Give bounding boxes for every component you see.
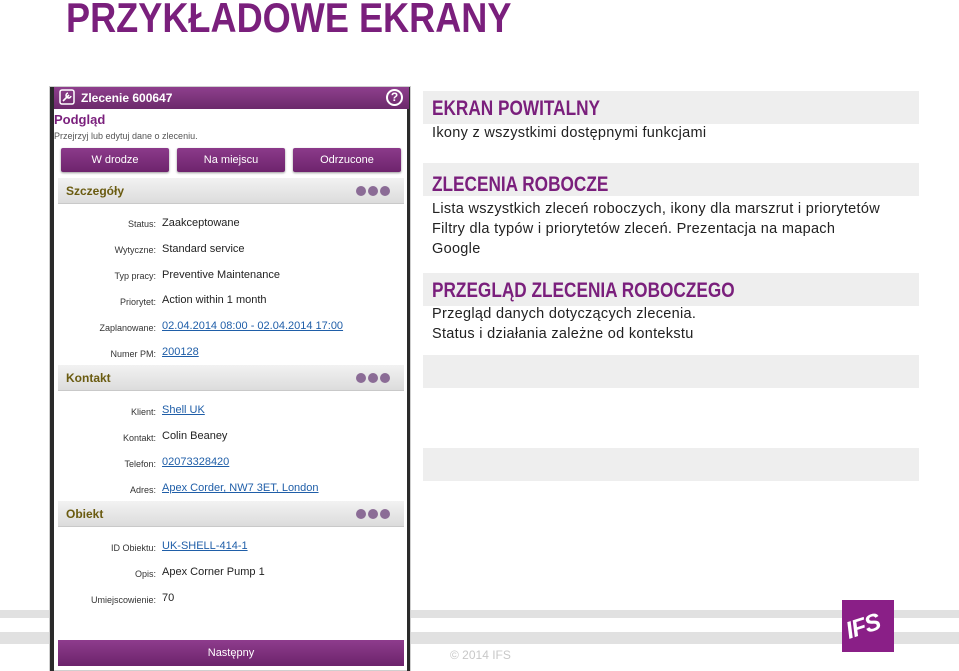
section-label: Kontakt	[66, 371, 111, 385]
panel-heading-welcome: EKRAN POWITALNY	[432, 97, 601, 120]
field-label-status: Status:	[127, 219, 156, 229]
field-value-object-id[interactable]: UK-SHELL-414-1	[162, 540, 248, 552]
section-header-details[interactable]: Szczegóły	[58, 178, 404, 204]
field-value-planned[interactable]: 02.04.2014 08:00 - 02.04.2014 17:00	[162, 320, 343, 332]
field-value-location: 70	[162, 592, 175, 604]
field-value-status: Zaakceptowane	[162, 217, 240, 229]
field-label-location: Umiejscowienie:	[90, 595, 156, 605]
en-route-button[interactable]: W drodze	[61, 148, 169, 172]
more-options-icon[interactable]	[356, 373, 390, 384]
slide-title: PRZYKŁADOWE EKRANY	[66, 0, 512, 41]
section-header-object[interactable]: Obiekt	[58, 501, 404, 527]
more-options-icon[interactable]	[356, 509, 390, 520]
field-value-address[interactable]: Apex Corder, NW7 3ET, London	[162, 482, 319, 494]
field-value-guidelines: Standard service	[162, 243, 245, 255]
panel-text: Lista wszystkich zleceń roboczych, ikony…	[432, 201, 880, 217]
section-label: Szczegóły	[66, 184, 125, 198]
section-label: Obiekt	[66, 507, 104, 521]
help-icon[interactable]: ?	[386, 89, 403, 106]
wrench-icon[interactable]	[59, 89, 75, 105]
panel-text: Ikony z wszystkimi dostępnymi funkcjami	[432, 125, 707, 141]
field-value-priority: Action within 1 month	[162, 294, 267, 306]
panel-band-5	[423, 448, 919, 481]
panel-band-4	[423, 355, 919, 388]
on-site-button[interactable]: Na miejscu	[177, 148, 285, 172]
panel-text: Status i działania zależne od kontekstu	[432, 326, 694, 342]
panel-heading-work-orders: ZLECENIA ROBOCZE	[432, 173, 609, 196]
field-label-address: Adres:	[129, 485, 156, 495]
field-value-client[interactable]: Shell UK	[162, 404, 205, 416]
appbar-title: Zlecenie 600647	[81, 91, 173, 105]
view-title: Podgląd	[54, 112, 106, 127]
field-label-contact: Kontakt:	[122, 433, 156, 443]
field-label-pm-number: Numer PM:	[110, 349, 156, 359]
next-button[interactable]: Następny	[58, 640, 404, 666]
panel-text: Przegląd danych dotyczących zlecenia.	[432, 306, 697, 322]
field-label-planned: Zaplanowane:	[99, 323, 156, 333]
field-label-client: Klient:	[130, 407, 156, 417]
field-label-object-id: ID Obiektu:	[110, 543, 156, 553]
panel-heading-order-review: PRZEGLĄD ZLECENIA ROBOCZEGO	[432, 279, 735, 302]
app-bar: Zlecenie 600647 ?	[54, 87, 409, 109]
ifs-logo: IFS	[842, 600, 894, 652]
logo-text: IFS	[842, 608, 884, 645]
field-label-description: Opis:	[134, 569, 156, 579]
field-value-description: Apex Corner Pump 1	[162, 566, 265, 578]
field-value-contact: Colin Beaney	[162, 430, 228, 442]
panel-text: Filtry dla typów i priorytetów zleceń. P…	[432, 221, 836, 237]
field-value-work-type: Preventive Maintenance	[162, 269, 281, 281]
field-value-pm-number[interactable]: 200128	[162, 346, 199, 358]
field-label-phone: Telefon:	[124, 459, 156, 469]
field-label-work-type: Typ pracy:	[114, 271, 156, 281]
rejected-button[interactable]: Odrzucone	[293, 148, 401, 172]
field-value-phone[interactable]: 02073328420	[162, 456, 229, 468]
view-subtitle: Przejrzyj lub edytuj dane o zleceniu.	[54, 131, 198, 141]
section-header-contact[interactable]: Kontakt	[58, 365, 404, 391]
panel-text: Google	[432, 241, 481, 257]
field-label-guidelines: Wytyczne:	[114, 245, 156, 255]
more-options-icon[interactable]	[356, 186, 390, 197]
copyright-text: © 2014 IFS	[450, 648, 511, 662]
field-label-priority: Priorytet:	[119, 297, 156, 307]
